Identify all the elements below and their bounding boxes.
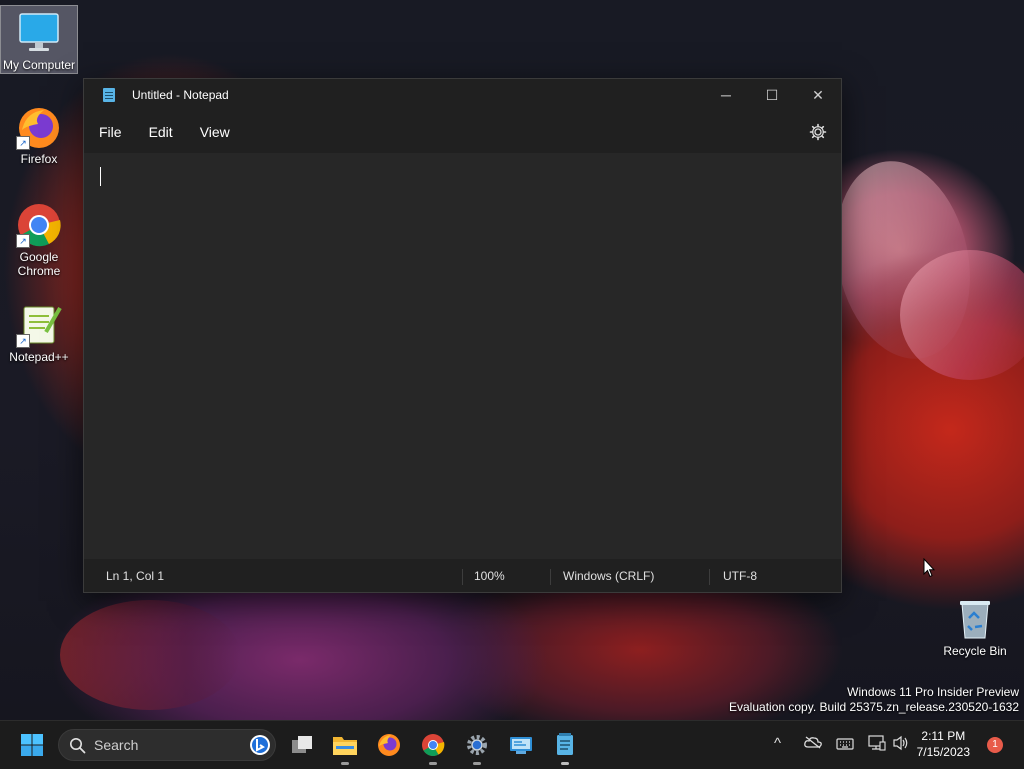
clock-time: 2:11 PM	[921, 729, 966, 743]
running-indicator	[473, 762, 481, 765]
maximize-button[interactable]: ☐	[749, 79, 795, 111]
bing-icon[interactable]	[249, 734, 271, 756]
volume-icon[interactable]	[892, 735, 910, 754]
running-indicator	[429, 762, 437, 765]
desktop-icon-label: My Computer	[2, 58, 76, 72]
recycle-bin-icon	[952, 596, 998, 642]
gear-icon[interactable]	[809, 123, 827, 141]
wallpaper-ribbon	[900, 250, 1024, 380]
desktop-icon-label: Google Chrome	[17, 250, 61, 278]
chrome-icon: ↗	[16, 202, 62, 248]
onedrive-icon[interactable]	[804, 735, 822, 752]
network-tool-icon[interactable]	[507, 731, 535, 759]
search-icon	[70, 738, 86, 754]
network-icon[interactable]	[868, 735, 886, 754]
chrome-taskbar-icon[interactable]	[419, 731, 447, 765]
status-cursor-position: Ln 1, Col 1	[106, 569, 165, 583]
desktop-icon-recycle-bin[interactable]: Recycle Bin	[937, 592, 1013, 658]
firefox-icon: ↗	[16, 104, 62, 150]
notepad-plus-plus-icon: ↗	[16, 302, 62, 348]
minimize-button[interactable]: ─	[703, 79, 749, 111]
desktop-icon-firefox[interactable]: ↗ Firefox	[1, 100, 77, 166]
watermark-line-2: Evaluation copy. Build 25375.zn_release.…	[729, 700, 1019, 714]
shortcut-arrow-icon: ↗	[16, 234, 30, 248]
menu-edit[interactable]: Edit	[136, 118, 186, 146]
maximize-icon: ☐	[765, 86, 779, 103]
desktop-icon-my-computer[interactable]: My Computer	[0, 5, 78, 74]
notepad-app-icon	[103, 88, 115, 102]
mouse-pointer-icon	[923, 557, 936, 583]
desktop-icon-label: Notepad++	[9, 350, 69, 364]
desktop-icon-google-chrome[interactable]: ↗ Google Chrome	[1, 198, 77, 278]
wallpaper-ribbon	[60, 600, 240, 710]
close-button[interactable]: ✕	[795, 79, 841, 111]
status-bar: Ln 1, Col 1 100% Windows (CRLF) UTF-8	[84, 561, 841, 592]
text-editor[interactable]	[84, 153, 841, 559]
notepad-taskbar-icon[interactable]	[551, 731, 579, 765]
start-button[interactable]	[18, 731, 46, 759]
status-divider	[709, 569, 710, 585]
monitor-icon	[16, 10, 62, 56]
shortcut-arrow-icon: ↗	[16, 334, 30, 348]
taskbar: Search ^ 2:11 PM 7/15/2023 1	[0, 720, 1024, 769]
minimize-icon: ─	[721, 87, 731, 103]
title-bar[interactable]: Untitled - Notepad ─ ☐ ✕	[84, 79, 841, 111]
close-icon: ✕	[812, 86, 824, 103]
notepad-window[interactable]: Untitled - Notepad ─ ☐ ✕ File Edit View …	[83, 78, 842, 593]
desktop-icon-label: Recycle Bin	[943, 644, 1007, 658]
status-zoom[interactable]: 100%	[474, 561, 505, 592]
evaluation-watermark: Windows 11 Pro Insider Preview Evaluatio…	[729, 685, 1019, 715]
shortcut-arrow-icon: ↗	[16, 136, 30, 150]
tray-overflow-button[interactable]: ^	[774, 735, 781, 752]
settings-taskbar-icon[interactable]	[463, 731, 491, 765]
task-view-icon[interactable]	[288, 731, 316, 759]
text-caret	[100, 167, 101, 186]
status-divider	[462, 569, 463, 585]
windows-logo-icon	[21, 734, 43, 756]
menu-view[interactable]: View	[187, 118, 243, 146]
firefox-taskbar-icon[interactable]	[375, 731, 403, 759]
status-line-ending[interactable]: Windows (CRLF)	[563, 561, 654, 592]
watermark-line-1: Windows 11 Pro Insider Preview	[847, 685, 1019, 699]
keyboard-icon[interactable]	[836, 737, 854, 753]
taskbar-search-box[interactable]: Search	[58, 729, 276, 761]
search-placeholder: Search	[94, 737, 139, 753]
status-divider	[550, 569, 551, 585]
file-explorer-icon[interactable]	[331, 731, 359, 765]
window-title: Untitled - Notepad	[132, 88, 229, 102]
desktop-icon-label: Firefox	[20, 152, 58, 166]
notification-badge[interactable]: 1	[987, 737, 1003, 753]
menu-file[interactable]: File	[86, 118, 135, 146]
menu-bar: File Edit View	[84, 111, 841, 153]
clock-date: 7/15/2023	[916, 745, 970, 759]
status-encoding[interactable]: UTF-8	[723, 561, 757, 592]
running-indicator	[561, 762, 569, 765]
clock[interactable]: 2:11 PM 7/15/2023	[917, 728, 970, 760]
running-indicator	[341, 762, 349, 765]
chevron-up-icon: ^	[774, 735, 782, 752]
desktop-icon-notepad-plus-plus[interactable]: ↗ Notepad++	[1, 298, 77, 364]
